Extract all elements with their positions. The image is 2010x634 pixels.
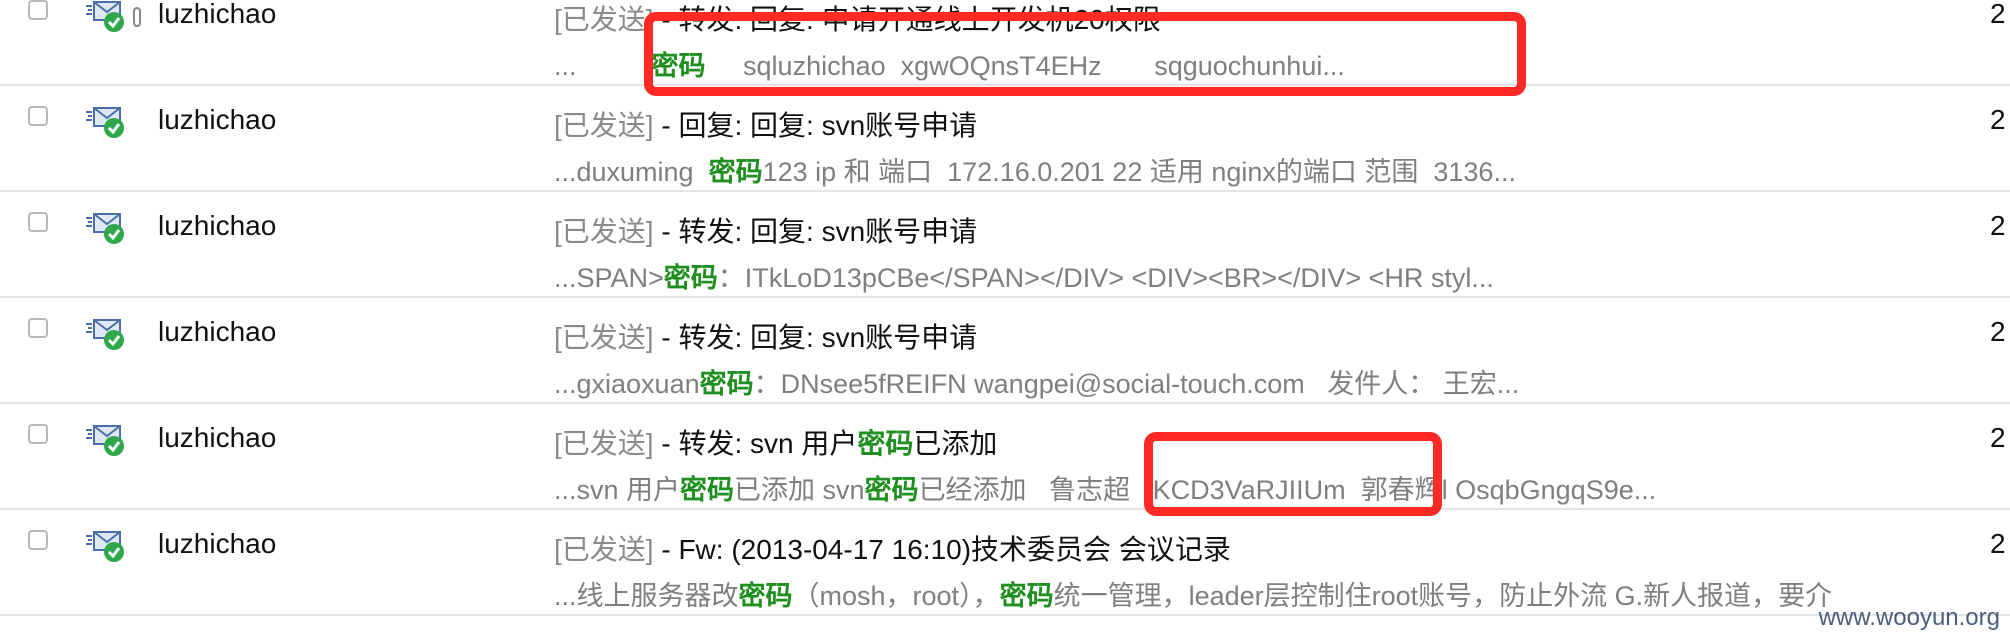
attachment-icon — [133, 6, 141, 28]
row-checkbox[interactable] — [28, 318, 48, 338]
sender-name[interactable]: luzhichao — [158, 528, 276, 560]
mail-snippet: ...gxiaoxuan密码：DNsee5fREIFN wangpei@soci… — [554, 362, 1519, 401]
sent-tag: [已发送] — [554, 216, 654, 247]
row-checkbox[interactable] — [28, 212, 48, 232]
row-checkbox[interactable] — [28, 424, 48, 444]
mail-row[interactable]: luzhichao [已发送] - Fw: (2013-04-17 16:10)… — [0, 510, 2010, 616]
mail-snippet: ...线上服务器改密码（mosh，root），密码统一管理，leader层控制住… — [554, 574, 1832, 613]
sent-mail-icon — [86, 213, 124, 244]
snippet-text: 123 ip 和 端口 172.16.0.201 22 适用 nginx的端口 … — [762, 157, 1516, 187]
snippet-keyword: 密码 — [864, 475, 919, 505]
watermark: www.wooyun.org — [1818, 604, 2000, 631]
sent-mail-icon — [86, 319, 124, 350]
subject-text: - 转发: 回复: svn账号申请 — [653, 322, 978, 353]
snippet-keyword: 密码 — [738, 581, 793, 611]
sent-tag: [已发送] — [554, 428, 654, 459]
snippet-text: 统一管理，leader层控制住root账号，防止外流 G.新人报道，要介 — [1053, 581, 1833, 611]
snippet-text: ...duxuming — [554, 157, 709, 187]
mail-subject[interactable]: [已发送] - 转发: 回复: svn账号申请 — [554, 316, 977, 356]
mail-subject[interactable]: [已发送] - Fw: (2013-04-17 16:10)技术委员会 会议记录 — [554, 528, 1231, 568]
mail-row[interactable]: luzhichao [已发送] - 转发: 回复: svn账号申请 ...SPA… — [0, 192, 2010, 298]
snippet-keyword: 密码 — [651, 51, 706, 81]
mail-subject[interactable]: [已发送] - 转发: 回复: 申请开通线上开发机20权限 — [554, 0, 1161, 38]
mail-row[interactable]: luzhichao [已发送] - 回复: 回复: svn账号申请 ...dux… — [0, 86, 2010, 192]
sent-mail-icon — [86, 1, 124, 32]
mail-date: 2 — [1990, 528, 2006, 559]
snippet-text: 已添加 svn — [734, 475, 865, 505]
mail-date: 2 — [1990, 316, 2006, 347]
snippet-text: ... — [554, 51, 652, 81]
subject-keyword: 密码 — [857, 428, 914, 459]
mail-snippet: ...svn 用户密码已添加 svn密码已经添加 鲁志超 KCD3VaRJIIU… — [554, 468, 1656, 507]
sender-name[interactable]: luzhichao — [158, 422, 276, 454]
snippet-keyword: 密码 — [663, 263, 718, 293]
mail-subject[interactable]: [已发送] - 转发: 回复: svn账号申请 — [554, 210, 977, 250]
snippet-text: ...svn 用户 — [554, 475, 681, 505]
snippet-text: 已经添加 鲁志超 KCD3VaRJIIUm 郭春辉l OsqbGngqS9e..… — [918, 475, 1657, 505]
sender-name[interactable]: luzhichao — [158, 316, 276, 348]
snippet-keyword: 密码 — [699, 369, 754, 399]
subject-text: - 回复: 回复: svn账号申请 — [653, 110, 978, 141]
mail-row[interactable]: luzhichao [已发送] - 转发: 回复: svn账号申请 ...gxi… — [0, 298, 2010, 404]
sent-tag: [已发送] — [554, 534, 654, 565]
snippet-text: （mosh，root）， — [792, 581, 1000, 611]
sent-tag: [已发送] — [554, 4, 654, 35]
mail-subject[interactable]: [已发送] - 转发: svn 用户密码已添加 — [554, 422, 997, 462]
row-checkbox[interactable] — [28, 106, 48, 126]
subject-text: - 转发: 回复: svn账号申请 — [653, 216, 978, 247]
subject-text: 已添加 — [913, 428, 998, 459]
sender-name[interactable]: luzhichao — [158, 104, 276, 136]
mail-date: 2 — [1990, 210, 2006, 241]
mail-subject[interactable]: [已发送] - 回复: 回复: svn账号申请 — [554, 104, 977, 144]
mail-snippet: ...SPAN>密码：ITkLoD13pCBe</SPAN></DIV> <DI… — [554, 256, 1494, 295]
subject-text: - 转发: 回复: 申请开通线上开发机20权限 — [653, 4, 1161, 35]
mail-snippet: ... 密码 sqluzhichao xgwOQnsT4EHz sqguochu… — [554, 44, 1345, 83]
mail-snippet: ...duxuming 密码123 ip 和 端口 172.16.0.201 2… — [554, 150, 1516, 189]
snippet-text: ：DNsee5fREIFN wangpei@social-touch.com 发… — [753, 369, 1520, 399]
snippet-text: sqluzhichao xgwOQnsT4EHz sqguochunhui... — [705, 51, 1345, 81]
snippet-text: ：ITkLoD13pCBe</SPAN></DIV> <DIV><BR></DI… — [717, 263, 1494, 293]
sent-mail-icon — [86, 107, 124, 138]
snippet-text: ...gxiaoxuan — [554, 369, 700, 399]
mail-row[interactable]: luzhichao [已发送] - 转发: svn 用户密码已添加 ...svn… — [0, 404, 2010, 510]
mail-date: 2 — [1990, 104, 2006, 135]
snippet-text: ...SPAN> — [554, 263, 664, 293]
mail-date: 2 — [1990, 422, 2006, 453]
sender-name[interactable]: luzhichao — [158, 0, 276, 30]
snippet-keyword: 密码 — [708, 157, 763, 187]
sent-tag: [已发送] — [554, 110, 654, 141]
mail-date: 2 — [1990, 0, 2006, 29]
snippet-keyword: 密码 — [680, 475, 735, 505]
sent-mail-icon — [86, 425, 124, 456]
mail-row[interactable]: luzhichao [已发送] - 转发: 回复: 申请开通线上开发机20权限 … — [0, 0, 2010, 86]
subject-text: - Fw: (2013-04-17 16:10)技术委员会 会议记录 — [653, 534, 1231, 565]
snippet-text: ...线上服务器改 — [554, 581, 739, 611]
subject-text: - 转发: svn 用户 — [653, 428, 858, 459]
sent-tag: [已发送] — [554, 322, 654, 353]
sender-name[interactable]: luzhichao — [158, 210, 276, 242]
row-checkbox[interactable] — [28, 0, 48, 20]
snippet-keyword: 密码 — [999, 581, 1054, 611]
row-checkbox[interactable] — [28, 530, 48, 550]
sent-mail-icon — [86, 531, 124, 562]
